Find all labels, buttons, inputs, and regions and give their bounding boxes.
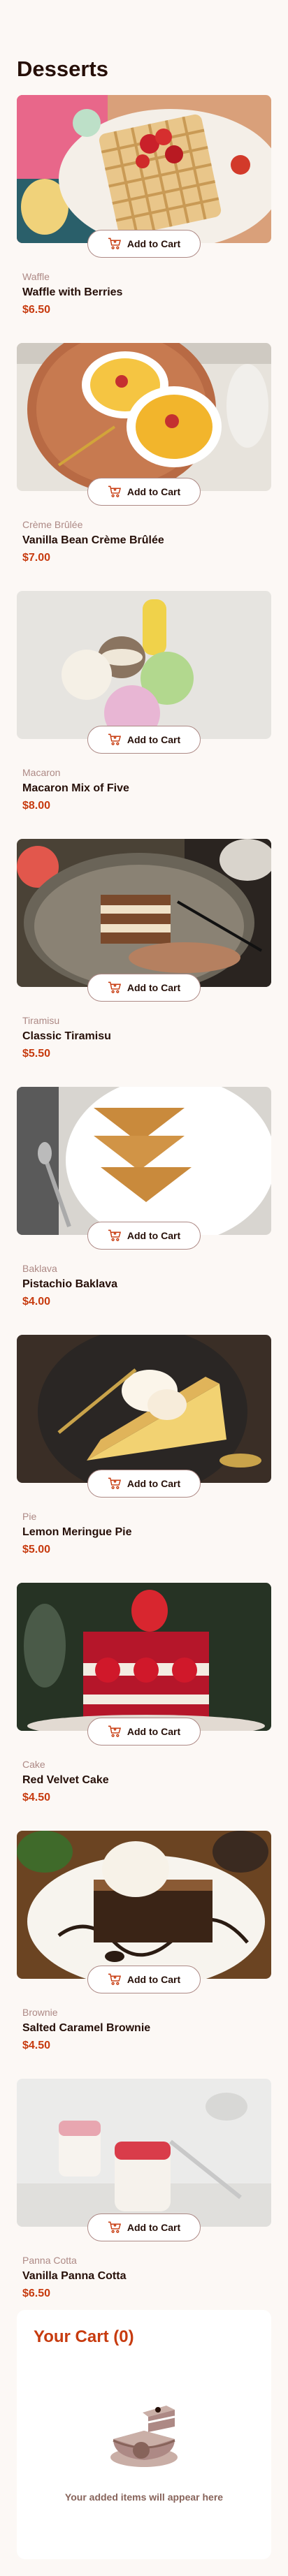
add-to-cart-button[interactable]: Add to Cart [87, 1718, 201, 1746]
add-to-cart-label: Add to Cart [127, 2222, 181, 2233]
product-name: Classic Tiramisu [22, 1030, 111, 1042]
product-price: $7.00 [22, 552, 51, 564]
waffle-image [17, 95, 271, 243]
product-category: Cake [22, 1759, 45, 1770]
baklava-image [17, 1087, 271, 1235]
product-card: Add to Cart Crème Brûlée Vanilla Bean Cr… [17, 343, 271, 566]
product-category: Waffle [22, 271, 50, 282]
product-category: Brownie [22, 2007, 58, 2018]
creme-brulee-image [17, 343, 271, 491]
product-name: Vanilla Bean Crème Brûlée [22, 534, 164, 546]
add-to-cart-icon [108, 733, 121, 745]
add-to-cart-button[interactable]: Add to Cart [87, 478, 201, 506]
add-to-cart-label: Add to Cart [127, 1478, 181, 1489]
product-card: Add to Cart Waffle Waffle with Berries $… [17, 95, 271, 318]
add-to-cart-icon [108, 1477, 121, 1489]
product-name: Red Velvet Cake [22, 1774, 109, 1786]
product-card: Add to Cart Brownie Salted Caramel Brown… [17, 1831, 271, 2054]
brownie-image [17, 1831, 271, 1979]
product-name: Waffle with Berries [22, 286, 123, 298]
product-price: $6.50 [22, 304, 51, 316]
product-price: $4.50 [22, 1792, 51, 1803]
product-category: Pie [22, 1511, 37, 1522]
add-to-cart-icon [108, 1229, 121, 1241]
pie-image [17, 1335, 271, 1483]
add-to-cart-button[interactable]: Add to Cart [87, 1966, 201, 1993]
add-to-cart-button[interactable]: Add to Cart [87, 230, 201, 258]
product-category: Tiramisu [22, 1015, 60, 1026]
empty-cake-icon [110, 2406, 178, 2467]
cart-panel: Your Cart (0) Your added items will appe… [17, 2310, 271, 2559]
product-name: Pistachio Baklava [22, 1278, 118, 1290]
add-to-cart-label: Add to Cart [127, 486, 181, 497]
add-to-cart-label: Add to Cart [127, 1230, 181, 1241]
product-name: Lemon Meringue Pie [22, 1526, 132, 1538]
add-to-cart-icon [108, 1973, 121, 1985]
add-to-cart-button[interactable]: Add to Cart [87, 1470, 201, 1498]
product-name: Salted Caramel Brownie [22, 2022, 151, 2034]
add-to-cart-label: Add to Cart [127, 982, 181, 993]
product-price: $4.50 [22, 2040, 51, 2051]
add-to-cart-label: Add to Cart [127, 1726, 181, 1737]
add-to-cart-label: Add to Cart [127, 1974, 181, 1985]
add-to-cart-icon [108, 485, 121, 497]
product-name: Vanilla Panna Cotta [22, 2270, 127, 2282]
add-to-cart-button[interactable]: Add to Cart [87, 974, 201, 1002]
product-price: $5.50 [22, 1048, 51, 1060]
product-category: Crème Brûlée [22, 519, 83, 530]
product-price: $6.50 [22, 2288, 51, 2299]
product-card: Add to Cart Tiramisu Classic Tiramisu $5… [17, 839, 271, 1062]
add-to-cart-button[interactable]: Add to Cart [87, 726, 201, 754]
add-to-cart-icon [108, 981, 121, 993]
tiramisu-image [17, 839, 271, 987]
product-price: $4.00 [22, 1296, 51, 1308]
page-title: Desserts [17, 57, 108, 81]
product-category: Panna Cotta [22, 2255, 77, 2266]
panna-cotta-image [17, 2079, 271, 2227]
add-to-cart-label: Add to Cart [127, 734, 181, 745]
product-card: Add to Cart Cake Red Velvet Cake $4.50 [17, 1583, 271, 1806]
product-card: Add to Cart Pie Lemon Meringue Pie $5.00 [17, 1335, 271, 1558]
product-card: Add to Cart Panna Cotta Vanilla Panna Co… [17, 2079, 271, 2301]
add-to-cart-button[interactable]: Add to Cart [87, 1222, 201, 1250]
product-price: $8.00 [22, 800, 51, 812]
product-card: Add to Cart Baklava Pistachio Baklava $4… [17, 1087, 271, 1310]
product-name: Macaron Mix of Five [22, 782, 129, 794]
product-category: Macaron [22, 767, 61, 778]
product-card: Add to Cart Macaron Macaron Mix of Five … [17, 591, 271, 814]
add-to-cart-icon [108, 237, 121, 249]
product-price: $5.00 [22, 1544, 51, 1556]
macaron-image [17, 591, 271, 739]
product-category: Baklava [22, 1263, 57, 1274]
cake-image [17, 1583, 271, 1731]
add-to-cart-label: Add to Cart [127, 238, 181, 249]
cart-empty-message: Your added items will appear here [64, 2491, 224, 2503]
add-to-cart-button[interactable]: Add to Cart [87, 2213, 201, 2241]
add-to-cart-icon [108, 1725, 121, 1737]
cart-title: Your Cart (0) [34, 2327, 134, 2346]
add-to-cart-icon [108, 2221, 121, 2233]
